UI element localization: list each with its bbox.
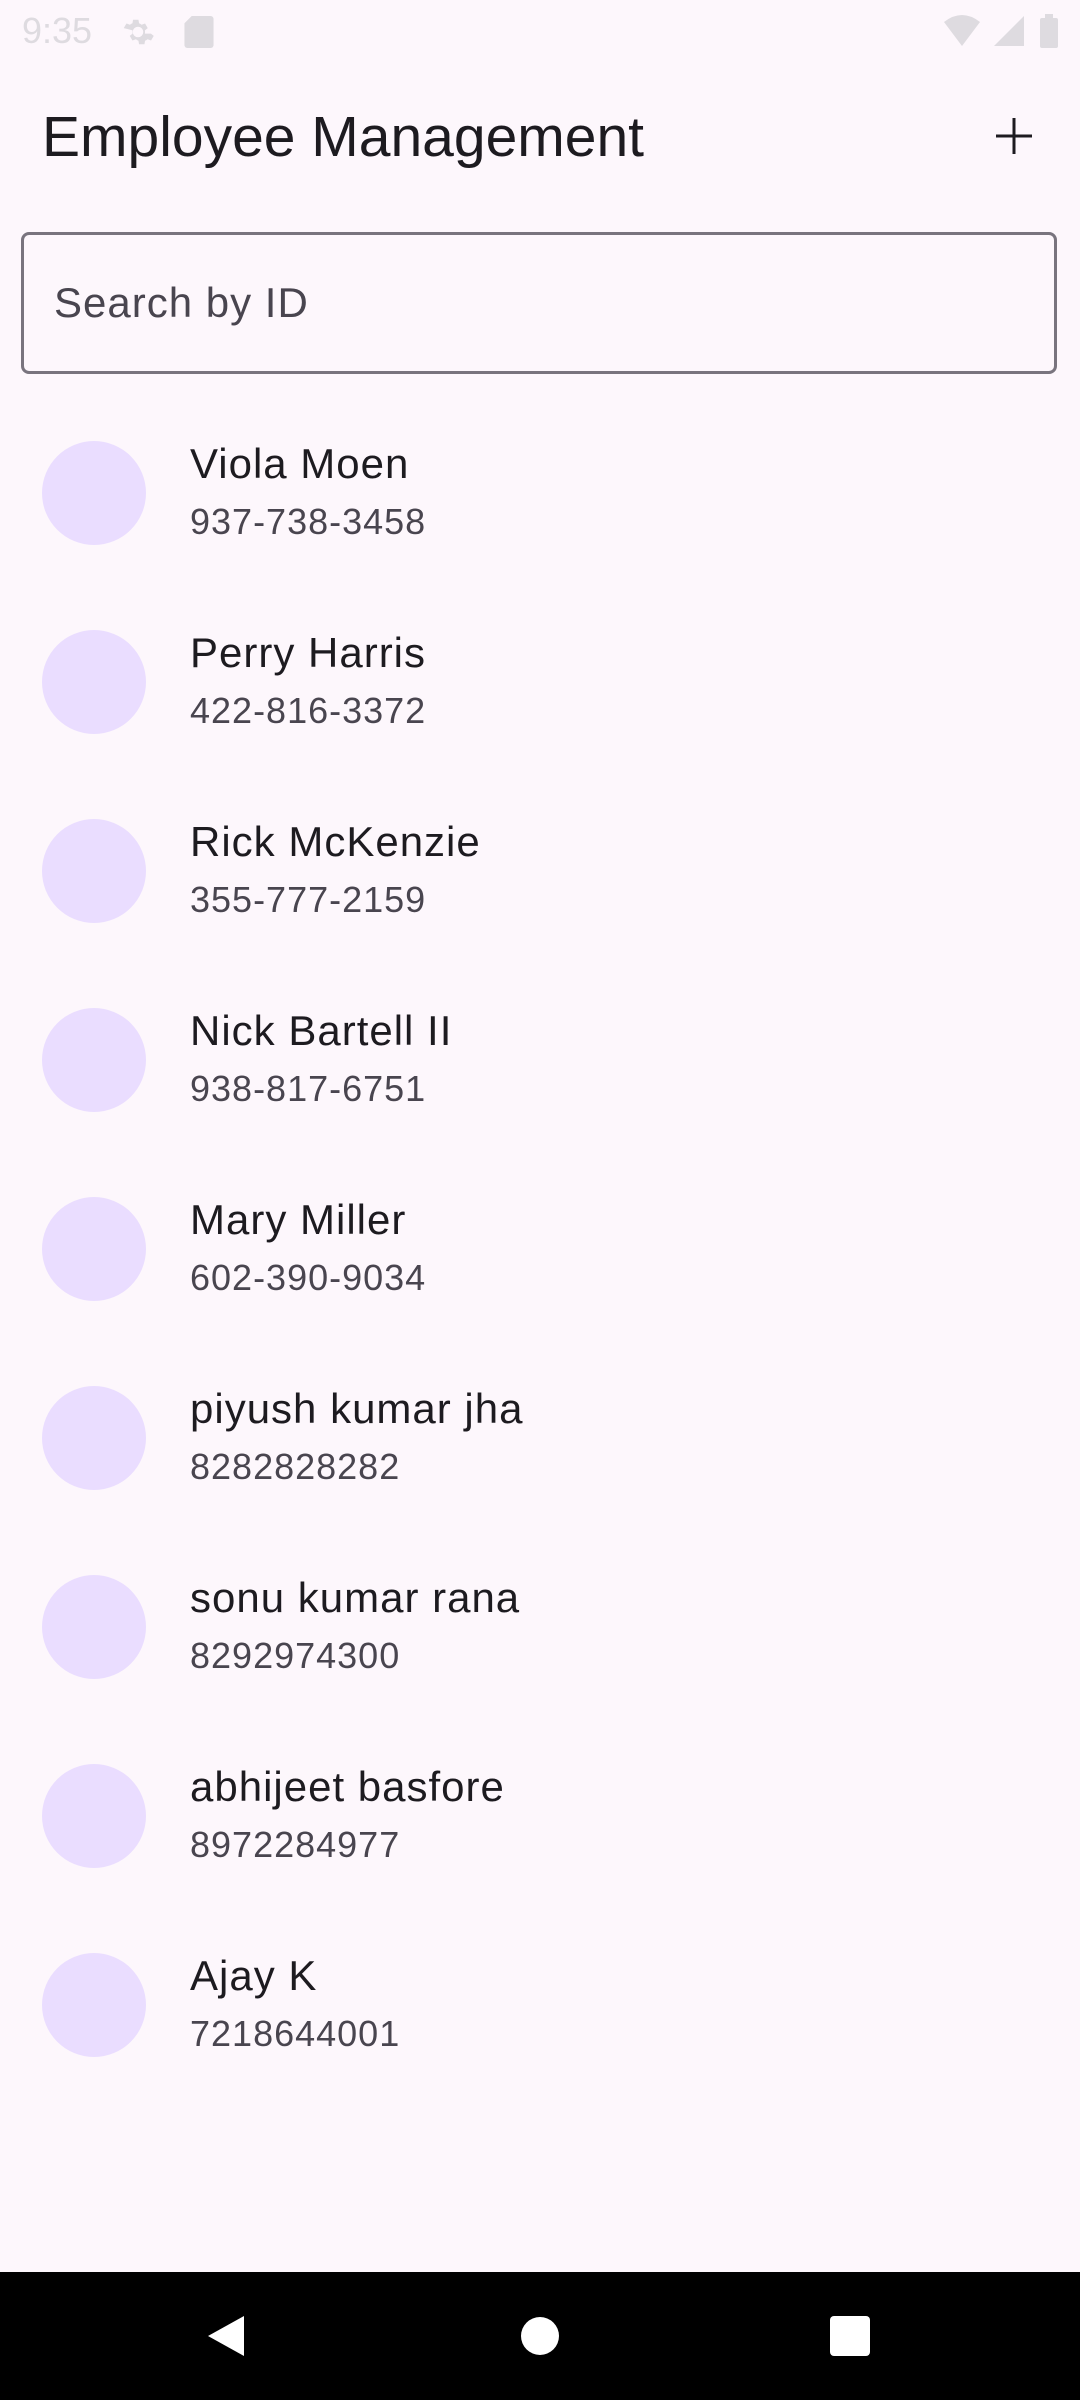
employee-name: piyush kumar jha [190,1385,524,1432]
list-item[interactable]: Nick Bartell II 938-817-6751 [0,965,1080,1154]
list-item[interactable]: abhijeet basfore 8972284977 [0,1721,1080,1910]
avatar [42,1953,146,2057]
employee-name: Perry Harris [190,629,427,676]
battery-icon [1040,14,1058,48]
nav-home-button[interactable] [470,2272,610,2400]
nav-recents-button[interactable] [780,2272,920,2400]
employee-name: sonu kumar rana [190,1574,521,1621]
list-item[interactable]: piyush kumar jha 8282828282 [0,1343,1080,1532]
list-item[interactable]: sonu kumar rana 8292974300 [0,1532,1080,1721]
employee-phone: 8292974300 [190,1635,401,1676]
avatar [42,1197,146,1301]
search-field[interactable] [21,232,1057,374]
list-item[interactable]: Mary Miller 602-390-9034 [0,1154,1080,1343]
employee-phone: 937-738-3458 [190,501,427,542]
app-bar: Employee Management [0,80,1080,192]
avatar [42,630,146,734]
employee-phone: 8282828282 [190,1446,401,1487]
recents-icon [830,2316,870,2356]
employee-phone: 7218644001 [190,2013,401,2054]
avatar [42,1008,146,1112]
plus-icon [996,118,1032,154]
app-screen: 9:35 Employee Management Search by ID Vi… [0,0,1080,2400]
avatar [42,819,146,923]
employee-phone: 8972284977 [190,1824,401,1865]
add-employee-button[interactable] [972,94,1056,178]
nav-back-button[interactable] [156,2272,296,2400]
list-item[interactable]: Viola Moen 937-738-3458 [0,398,1080,587]
list-item[interactable]: Ajay K 7218644001 [0,1910,1080,2099]
status-icons-right [942,12,1062,52]
list-item[interactable]: Perry Harris 422-816-3372 [0,587,1080,776]
employee-phone: 422-816-3372 [190,690,427,731]
employee-name: Mary Miller [190,1196,407,1243]
system-nav-bar [0,2272,1080,2400]
status-bar: 9:35 [0,0,1080,64]
settings-gear-icon [123,19,154,45]
wifi-icon [944,15,980,46]
search-input[interactable] [54,235,1014,371]
employee-name: Nick Bartell II [190,1007,453,1054]
home-icon [521,2317,559,2355]
employee-name: Ajay K [190,1952,318,1999]
list-item[interactable]: Rick McKenzie 355-777-2159 [0,776,1080,965]
status-time: 9:35 [22,10,93,51]
employee-phone: 938-817-6751 [190,1068,427,1109]
avatar [42,441,146,545]
avatar [42,1764,146,1868]
sim-card-icon [184,16,214,48]
back-icon [208,2316,244,2356]
avatar [42,1386,146,1490]
avatar [42,1575,146,1679]
employee-name: abhijeet basfore [190,1763,505,1810]
employee-phone: 355-777-2159 [190,879,427,920]
cell-signal-icon [994,16,1024,46]
employee-name: Viola Moen [190,440,410,487]
employee-name: Rick McKenzie [190,818,481,865]
employee-phone: 602-390-9034 [190,1257,427,1298]
employee-list: Viola Moen 937-738-3458 Perry Harris 422… [0,398,1080,2099]
page-title: Employee Management [42,105,645,169]
